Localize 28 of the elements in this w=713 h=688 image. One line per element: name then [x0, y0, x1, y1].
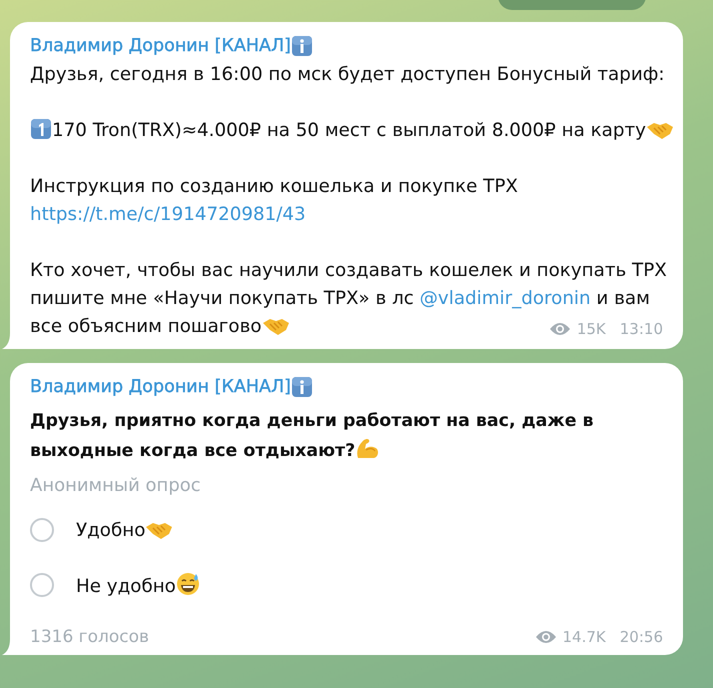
- view-count: 15K: [576, 319, 606, 340]
- poll-option[interactable]: Удобно: [76, 520, 174, 540]
- handshake-icon: [262, 316, 290, 336]
- radio-button[interactable]: [30, 572, 54, 596]
- message-text: Инструкция по созданию кошелька и покупке ТРХ: [30, 175, 519, 199]
- radio-button[interactable]: [30, 518, 54, 542]
- vote-count: 1316 голосов: [30, 627, 150, 647]
- link[interactable]: https://t.me/c/1914720981/43: [30, 204, 306, 225]
- username-link[interactable]: @vladimir_doronin: [420, 288, 591, 309]
- info-icon: [291, 35, 313, 57]
- poll-question: Друзья, приятно когда деньги работают на вас, даже в выходные когда все отдыхают?: [30, 410, 594, 463]
- message-time: 13:10: [620, 319, 663, 340]
- channel-name[interactable]: Владимир Доронин [КАНАЛ]: [30, 376, 291, 398]
- handshake-icon: [646, 120, 674, 140]
- keycap-one-icon: [30, 118, 52, 140]
- message-time: 20:56: [620, 628, 663, 646]
- message-text: Друзья, сегодня в 16:00 по мск будет доступен Бонусный тариф:: [30, 63, 663, 87]
- poll-type: Анонимный опрос: [30, 474, 202, 498]
- poll-option[interactable]: Не удобно: [76, 572, 200, 597]
- sweat-smile-icon: [176, 572, 200, 596]
- views-icon: [534, 630, 557, 644]
- message-text: все объясним пошагово: [30, 313, 290, 341]
- message-text: 170 Tron(TRX)≈4.000₽ на 50 мест с выплатой 8.000₽ на карту: [30, 117, 663, 145]
- message-text: пишите мне «Научи покупать ТРХ» в лс @vladimir_doronin и вам: [30, 287, 651, 311]
- view-count: 14.7K: [562, 628, 606, 646]
- views-icon: [548, 322, 571, 336]
- info-icon: [291, 376, 313, 398]
- channel-name[interactable]: Владимир Доронин [КАНАЛ]: [30, 35, 291, 57]
